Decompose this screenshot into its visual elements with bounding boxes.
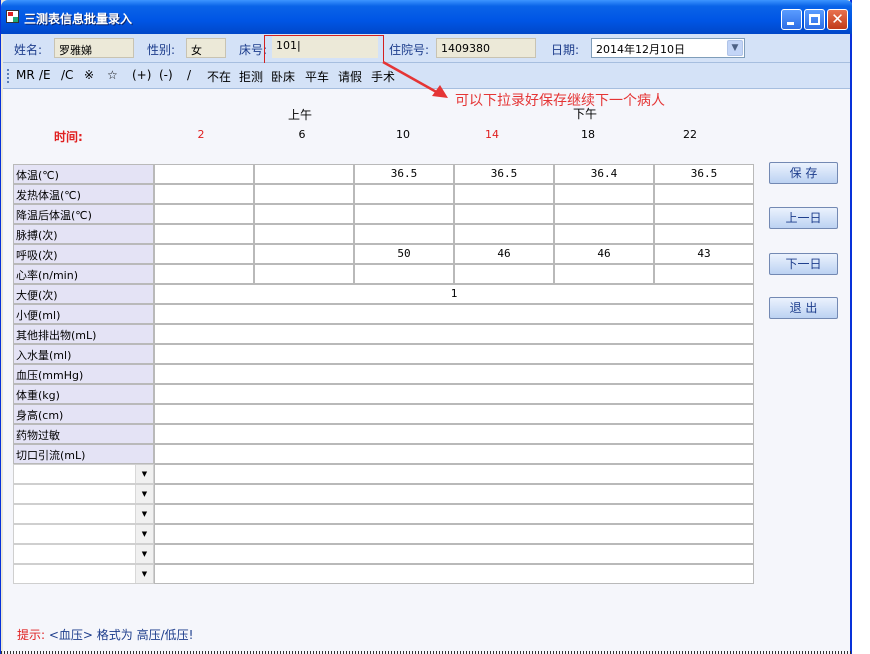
annotation-text: 可以下拉录好保存继续下一个病人: [455, 93, 665, 109]
arrow-shaft: [382, 60, 441, 96]
annotation-arrow: [382, 60, 448, 98]
